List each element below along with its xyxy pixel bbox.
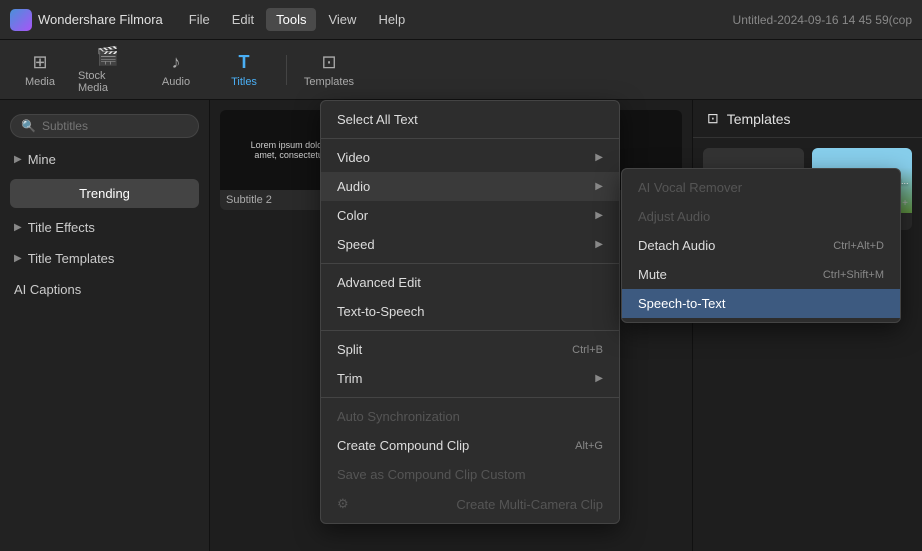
detach-audio-label: Detach Audio — [638, 238, 715, 253]
menu-item-save-compound: Save as Compound Clip Custom — [321, 460, 619, 489]
trim-label: Trim — [337, 371, 363, 386]
menu-item-auto-sync: Auto Synchronization — [321, 402, 619, 431]
menu-item-video[interactable]: Video ▶ — [321, 143, 619, 172]
divider-1 — [321, 138, 619, 139]
menu-item-create-compound[interactable]: Create Compound Clip Alt+G — [321, 431, 619, 460]
speed-arrow-icon: ▶ — [595, 239, 603, 250]
topbar: Wondershare Filmora File Edit Tools View… — [0, 0, 922, 40]
app-name: Wondershare Filmora — [38, 12, 163, 27]
speech-to-text-label: Speech-to-Text — [638, 296, 725, 311]
app-logo-icon — [10, 9, 32, 31]
divider-3 — [321, 330, 619, 331]
submenu-mute[interactable]: Mute Ctrl+Shift+M — [622, 260, 900, 289]
audio-arrow-icon: ▶ — [595, 181, 603, 192]
trim-arrow-icon: ▶ — [595, 373, 603, 384]
menu-view[interactable]: View — [318, 8, 366, 31]
menu-item-text-to-speech[interactable]: Text-to-Speech — [321, 297, 619, 326]
menu-help[interactable]: Help — [368, 8, 415, 31]
detach-audio-shortcut: Ctrl+Alt+D — [833, 240, 884, 252]
submenu-adjust-audio[interactable]: Adjust Audio — [622, 202, 900, 231]
color-label: Color — [337, 208, 368, 223]
create-multicam-icon: ⚙ — [337, 496, 349, 512]
video-label: Video — [337, 150, 370, 165]
advanced-edit-label: Advanced Edit — [337, 275, 421, 290]
menu-item-color[interactable]: Color ▶ — [321, 201, 619, 230]
split-shortcut: Ctrl+B — [572, 344, 603, 356]
create-multicam-label: Create Multi-Camera Clip — [456, 497, 603, 512]
mute-label: Mute — [638, 267, 667, 282]
divider-2 — [321, 263, 619, 264]
ai-vocal-remover-label: AI Vocal Remover — [638, 180, 742, 195]
window-title: Untitled-2024-09-16 14 45 59(cop — [733, 13, 912, 27]
color-arrow-icon: ▶ — [595, 210, 603, 221]
tools-dropdown-menu: Select All Text Video ▶ Audio ▶ AI Vocal… — [320, 100, 620, 524]
text-to-speech-label: Text-to-Speech — [337, 304, 424, 319]
menu-bar: File Edit Tools View Help — [179, 8, 733, 31]
menu-item-split[interactable]: Split Ctrl+B — [321, 335, 619, 364]
audio-submenu: AI Vocal Remover Adjust Audio Detach Aud… — [621, 168, 901, 323]
video-arrow-icon: ▶ — [595, 152, 603, 163]
create-compound-shortcut: Alt+G — [575, 440, 603, 452]
submenu-detach-audio[interactable]: Detach Audio Ctrl+Alt+D — [622, 231, 900, 260]
select-all-text-item[interactable]: Select All Text — [321, 105, 619, 134]
divider-4 — [321, 397, 619, 398]
auto-sync-label: Auto Synchronization — [337, 409, 460, 424]
menu-item-audio[interactable]: Audio ▶ AI Vocal Remover Adjust Audio De… — [321, 172, 619, 201]
menu-tools[interactable]: Tools — [266, 8, 316, 31]
dropdown-overlay: Select All Text Video ▶ Audio ▶ AI Vocal… — [0, 40, 922, 551]
speed-label: Speed — [337, 237, 375, 252]
menu-file[interactable]: File — [179, 8, 220, 31]
split-label: Split — [337, 342, 362, 357]
menu-item-create-multicam: ⚙ Create Multi-Camera Clip — [321, 489, 619, 519]
menu-edit[interactable]: Edit — [222, 8, 264, 31]
adjust-audio-label: Adjust Audio — [638, 209, 710, 224]
submenu-ai-vocal-remover[interactable]: AI Vocal Remover — [622, 173, 900, 202]
menu-item-advanced-edit[interactable]: Advanced Edit — [321, 268, 619, 297]
mute-shortcut: Ctrl+Shift+M — [823, 269, 884, 281]
app-logo: Wondershare Filmora — [10, 9, 163, 31]
create-compound-label: Create Compound Clip — [337, 438, 469, 453]
audio-label: Audio — [337, 179, 370, 194]
menu-item-trim[interactable]: Trim ▶ — [321, 364, 619, 393]
menu-item-speed[interactable]: Speed ▶ — [321, 230, 619, 259]
save-compound-label: Save as Compound Clip Custom — [337, 467, 526, 482]
submenu-speech-to-text[interactable]: Speech-to-Text — [622, 289, 900, 318]
